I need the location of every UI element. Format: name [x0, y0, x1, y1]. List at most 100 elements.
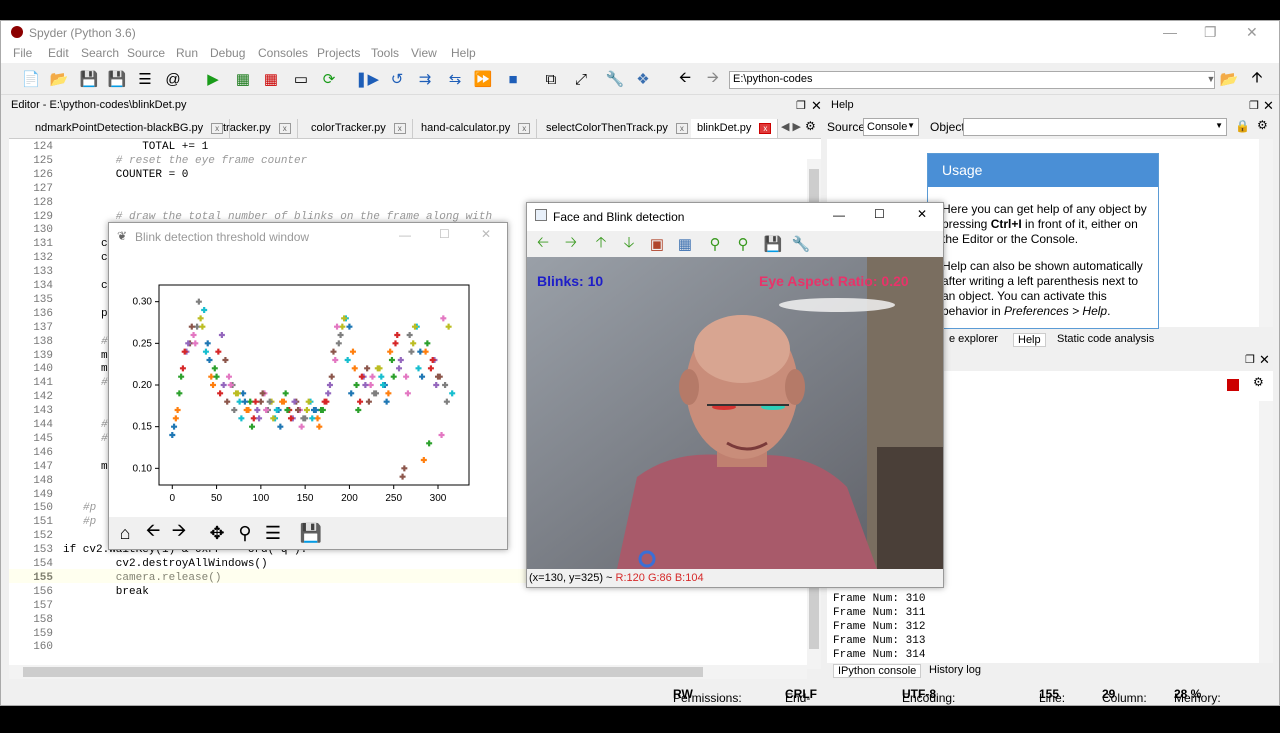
continue-icon[interactable]: ⏩: [473, 69, 493, 89]
run-cell-icon[interactable]: ▦: [233, 69, 253, 89]
at-icon[interactable]: @: [163, 69, 183, 89]
maximize-icon[interactable]: ☐: [874, 207, 885, 221]
close-icon[interactable]: ✕: [917, 207, 927, 221]
zoom-out-icon[interactable]: ⚲: [733, 234, 753, 254]
stop-debug-icon[interactable]: ■: [503, 69, 523, 89]
close-tab-icon[interactable]: x: [759, 122, 772, 134]
step-return-icon[interactable]: ⇆: [445, 69, 465, 89]
fullscreen-icon[interactable]: ⤢: [571, 69, 591, 89]
tab-colortracker-py[interactable]: colorTracker.py x: [305, 119, 413, 138]
step-into-icon[interactable]: ⇉: [415, 69, 435, 89]
tab-ndmarkpointdetection-blackbg-py[interactable]: ndmarkPointDetection-blackBG.py x: [29, 119, 231, 138]
run-selection-icon[interactable]: ▭: [291, 69, 311, 89]
stop-icon[interactable]: [1227, 379, 1239, 391]
help-tab-0[interactable]: e explorer: [945, 333, 1002, 345]
save-all-icon[interactable]: 💾: [107, 69, 127, 89]
close-tab-icon[interactable]: x: [278, 122, 291, 134]
close-pane-icon[interactable]: ✕: [811, 98, 822, 114]
save-figure-icon[interactable]: 💾: [300, 523, 322, 543]
blink-threshold-window: ❦ Blink detection threshold window — ☐ ✕…: [108, 222, 508, 550]
configure-subplots-icon[interactable]: ☰: [263, 523, 283, 543]
run-icon[interactable]: ▶: [203, 69, 223, 89]
restore-icon[interactable]: ❐: [1204, 24, 1217, 41]
pan-icon[interactable]: ✥: [207, 523, 227, 543]
home-icon[interactable]: ⌂: [115, 523, 135, 543]
menu-item-file[interactable]: File: [13, 46, 32, 60]
tab-scroll-icon[interactable]: ◀ ▶: [781, 120, 801, 133]
pan-left-icon[interactable]: 🡠: [533, 234, 553, 254]
close-tab-icon[interactable]: x: [393, 122, 406, 134]
console-scrollbar[interactable]: [1259, 401, 1273, 663]
menu-item-projects[interactable]: Projects: [317, 46, 360, 60]
save-image-icon[interactable]: 💾: [763, 234, 783, 254]
minimize-icon[interactable]: —: [833, 208, 845, 222]
browse-folder-icon[interactable]: 📂: [1219, 69, 1239, 89]
console-tab-0[interactable]: IPython console: [833, 664, 922, 678]
help-scrollbar[interactable]: [1259, 139, 1273, 327]
zoom-original-icon[interactable]: ▣: [647, 234, 667, 254]
save-icon[interactable]: 💾: [79, 69, 99, 89]
new-file-icon[interactable]: 📄: [21, 69, 41, 89]
python-path-icon[interactable]: ❖: [633, 69, 653, 89]
gear-icon[interactable]: ⚙: [1257, 118, 1268, 132]
undock-icon[interactable]: ❐: [1245, 353, 1255, 366]
minimize-icon[interactable]: —: [1163, 24, 1177, 40]
object-input[interactable]: ▼: [963, 118, 1227, 136]
rerun-icon[interactable]: ⟳: [319, 69, 339, 89]
close-tab-icon[interactable]: x: [675, 122, 688, 134]
lock-icon[interactable]: 🔒: [1235, 119, 1250, 133]
forward-icon[interactable]: 🡪: [703, 69, 723, 89]
close-pane-icon[interactable]: ✕: [1263, 98, 1274, 114]
menu-item-search[interactable]: Search: [81, 46, 119, 60]
pan-right-icon[interactable]: 🡢: [561, 234, 581, 254]
back-icon[interactable]: 🡨: [143, 520, 163, 543]
menu-item-help[interactable]: Help: [451, 46, 476, 60]
gear-icon[interactable]: ⚙: [805, 119, 816, 133]
zoom-in-icon[interactable]: ⚲: [705, 234, 725, 254]
run-cell-advance-icon[interactable]: ▦: [261, 69, 281, 89]
step-icon[interactable]: ↺: [387, 69, 407, 89]
preferences-icon[interactable]: 🔧: [605, 69, 625, 89]
menu-item-debug[interactable]: Debug: [210, 46, 245, 60]
console-tab-1[interactable]: History log: [925, 664, 985, 676]
working-directory-input[interactable]: E:\python-codes: [729, 71, 1215, 89]
help-tab-2[interactable]: Static code analysis: [1053, 333, 1158, 345]
zoom-icon[interactable]: ⚲: [235, 523, 255, 543]
undock-icon[interactable]: ❐: [796, 99, 806, 112]
close-icon[interactable]: ✕: [1246, 24, 1258, 41]
editor-horizontal-scrollbar[interactable]: [9, 665, 807, 679]
source-select[interactable]: Console ▼: [863, 118, 919, 136]
properties-icon[interactable]: 🔧: [791, 234, 811, 254]
close-pane-icon[interactable]: ✕: [1259, 352, 1270, 368]
maximize-icon[interactable]: ☐: [439, 227, 450, 241]
close-icon[interactable]: ✕: [481, 227, 491, 241]
tab-blinkdet-py[interactable]: blinkDet.py x: [691, 119, 779, 138]
chevron-down-icon[interactable]: ▼: [1201, 69, 1221, 89]
pan-down-icon[interactable]: 🡣: [619, 234, 639, 254]
debug-icon[interactable]: ❚▶: [355, 69, 379, 89]
tab-tracker-py[interactable]: tracker.py x: [217, 119, 298, 138]
parent-dir-icon[interactable]: 🡩: [1247, 69, 1267, 89]
menu-item-consoles[interactable]: Consoles: [258, 46, 308, 60]
menu-item-source[interactable]: Source: [127, 46, 165, 60]
tab-selectcolorthentrack-py[interactable]: selectColorThenTrack.py x: [540, 119, 695, 138]
forward-icon[interactable]: 🡪: [169, 520, 189, 543]
scatter-plot: 0 50 100 150 200 250 300 0.10 0.15 0.20 0.25 0.30: [113, 255, 503, 505]
open-file-icon[interactable]: 📂: [49, 69, 69, 89]
gear-icon[interactable]: ⚙: [1253, 375, 1264, 389]
help-tab-1[interactable]: Help: [1013, 333, 1046, 347]
tab-hand-calculator-py[interactable]: hand-calculator.py x: [415, 119, 538, 138]
menu-item-tools[interactable]: Tools: [371, 46, 399, 60]
menu-item-edit[interactable]: Edit: [48, 46, 69, 60]
undock-icon[interactable]: ❐: [1249, 99, 1259, 112]
scrollbar-thumb[interactable]: [23, 667, 703, 677]
back-icon[interactable]: 🡨: [675, 69, 695, 89]
menu-item-view[interactable]: View: [411, 46, 437, 60]
pan-up-icon[interactable]: 🡡: [591, 234, 611, 254]
minimize-icon[interactable]: —: [399, 228, 411, 242]
close-tab-icon[interactable]: x: [518, 122, 531, 134]
maximize-pane-icon[interactable]: ⧉: [541, 69, 561, 89]
list-icon[interactable]: ☰: [135, 69, 155, 89]
menu-item-run[interactable]: Run: [176, 46, 198, 60]
zoom-fit-icon[interactable]: ▦: [675, 234, 695, 254]
